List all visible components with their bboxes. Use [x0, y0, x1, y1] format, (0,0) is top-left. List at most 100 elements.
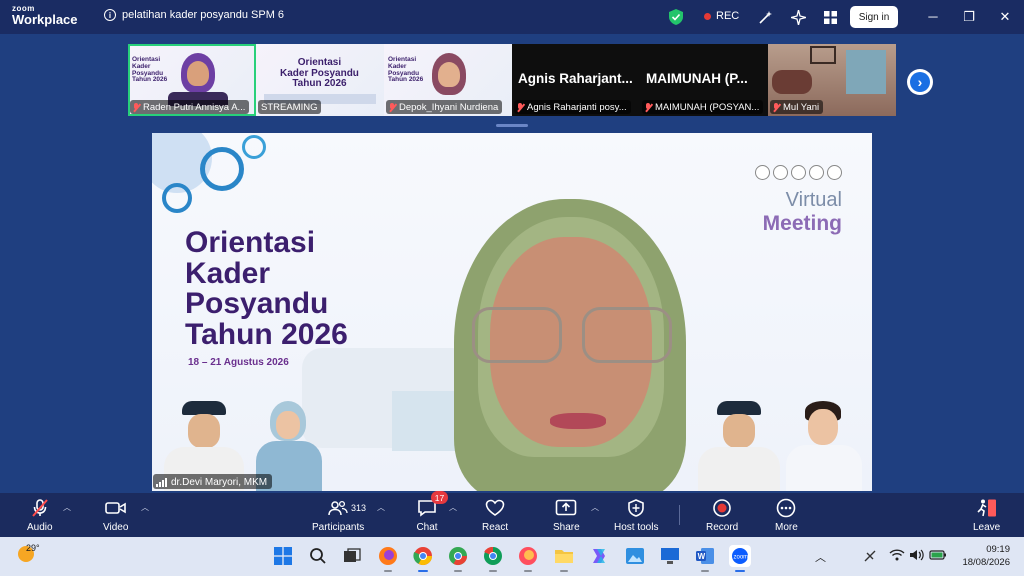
- title-bar: zoom Workplace i pelatihan kader posyand…: [0, 0, 1024, 34]
- zoom-logo: zoom Workplace: [12, 5, 78, 27]
- tile-name: Depok_Ihyani Nurdiena: [386, 100, 503, 114]
- participants-options-chevron-icon[interactable]: ︿: [377, 502, 385, 513]
- participant-tile[interactable]: Orientasi Kader Posyandu Tahun 2026 Depok_I…: [384, 44, 512, 116]
- speaker-name-label: dr.Devi Maryori, MKM: [153, 474, 273, 489]
- grid-view-icon[interactable]: [822, 9, 838, 25]
- people-icon: [327, 498, 349, 518]
- chat-unread-badge: 17: [431, 491, 448, 504]
- show-hidden-icons-chevron-icon[interactable]: ︿: [815, 549, 826, 565]
- share-screen-icon: [555, 498, 577, 518]
- leave-button[interactable]: Leave: [973, 498, 1000, 533]
- chrome-profile-icon[interactable]: [447, 545, 469, 572]
- firefox-icon[interactable]: [377, 545, 399, 572]
- virtual-meeting-label: Virtual Meeting: [762, 189, 842, 235]
- speaker-video[interactable]: Orientasi Kader Posyandu Tahun 2026 18 –…: [152, 133, 872, 491]
- tile-name: Agnis Raharjanti posy...: [514, 100, 631, 114]
- camera-icon: [104, 498, 127, 518]
- audio-options-chevron-icon[interactable]: ︿: [63, 502, 71, 513]
- participants-count: 313: [351, 503, 367, 513]
- rec-label: REC: [716, 10, 740, 22]
- host-tools-button[interactable]: Host tools: [614, 498, 658, 533]
- mic-muted-icon: [389, 103, 396, 112]
- audio-button[interactable]: Audio: [27, 498, 53, 533]
- tile-big-name: MAIMUNAH (P...: [646, 71, 748, 86]
- magic-wand-icon[interactable]: [758, 9, 774, 25]
- shield-icon: [625, 498, 647, 518]
- figure-person: [182, 401, 226, 415]
- zoom-app-icon[interactable]: zoom: [729, 545, 751, 572]
- chrome-icon[interactable]: [412, 545, 434, 572]
- record-icon: [711, 498, 733, 518]
- meeting-stage: Orientasi Kader Posyandu Tahun 2026 Raden P…: [0, 34, 1024, 493]
- participant-tile[interactable]: Orientasi Kader Posyandu Tahun 2026 Raden P…: [128, 44, 256, 116]
- close-icon[interactable]: ✕: [997, 9, 1013, 25]
- mic-muted-icon: [773, 103, 780, 112]
- partner-logos: [755, 165, 842, 180]
- weather-temperature: 29°: [26, 543, 40, 553]
- mic-muted-icon: [29, 498, 51, 518]
- minimize-icon[interactable]: ─: [925, 9, 941, 24]
- record-button[interactable]: Record: [706, 498, 738, 533]
- clock-date: 18/08/2026: [962, 557, 1010, 569]
- mini-slide-title: Orientasi Kader Posyandu Tahun 2026: [132, 56, 168, 84]
- participant-tile[interactable]: Mul Yani: [768, 44, 896, 116]
- chrome-profile-icon[interactable]: [482, 545, 504, 572]
- speaker-volume-icon[interactable]: [909, 549, 925, 564]
- search-icon[interactable]: [307, 545, 329, 567]
- chat-options-chevron-icon[interactable]: ︿: [449, 502, 457, 513]
- file-explorer-icon[interactable]: [553, 545, 575, 572]
- heart-icon: [484, 498, 506, 518]
- share-options-chevron-icon[interactable]: ︿: [591, 502, 599, 513]
- react-button[interactable]: React: [482, 498, 508, 533]
- slide-title: Orientasi Kader Posyandu Tahun 2026: [185, 226, 348, 351]
- restore-icon[interactable]: ❐: [961, 9, 977, 25]
- more-button[interactable]: More: [775, 498, 798, 533]
- share-button[interactable]: Share: [553, 498, 580, 533]
- system-clock[interactable]: 09:19 18/08/2026: [962, 543, 1010, 570]
- logo-line2: Workplace: [12, 12, 78, 27]
- windows-start-icon[interactable]: [272, 545, 294, 567]
- toolbar-divider: [679, 505, 680, 525]
- os-taskbar: 29° W zoom ︿ 09:19 18/08/2026: [0, 537, 1024, 576]
- video-options-chevron-icon[interactable]: ︿: [141, 502, 149, 513]
- mini-slide-title: Orientasi Kader Posyandu Tahun 2026: [388, 56, 424, 84]
- mic-muted-icon: [133, 103, 140, 112]
- strip-resize-handle[interactable]: [496, 124, 528, 127]
- sparkle-icon[interactable]: [790, 9, 806, 25]
- photos-icon[interactable]: [624, 545, 646, 567]
- gallery-strip: Orientasi Kader Posyandu Tahun 2026 Raden P…: [128, 44, 896, 116]
- participant-tile[interactable]: Agnis Raharjant... Agnis Raharjanti posy…: [512, 44, 640, 116]
- leave-door-icon: [976, 498, 998, 518]
- glasses-icon: [472, 307, 562, 363]
- mini-slide-title: Orientasi Kader Posyandu Tahun 2026: [280, 57, 359, 89]
- participant-tile[interactable]: MAIMUNAH (P... MAIMUNAH (POSYAN...: [640, 44, 768, 116]
- meeting-info[interactable]: i pelatihan kader posyandu SPM 6: [104, 9, 284, 21]
- svg-text:W: W: [698, 552, 706, 561]
- tile-name: MAIMUNAH (POSYAN...: [642, 100, 764, 114]
- signal-bars-icon: [156, 477, 167, 487]
- next-page-button[interactable]: ›: [907, 69, 933, 95]
- video-button[interactable]: Video: [103, 498, 128, 533]
- svg-text:zoom: zoom: [734, 554, 749, 560]
- copilot-icon[interactable]: [588, 545, 610, 567]
- network-location-icon[interactable]: [863, 549, 877, 566]
- tile-name: Mul Yani: [770, 100, 824, 114]
- shield-check-icon[interactable]: [668, 9, 684, 25]
- recording-indicator[interactable]: REC: [704, 10, 739, 22]
- wifi-icon[interactable]: [889, 549, 905, 564]
- figure-person: [717, 401, 761, 415]
- task-view-icon[interactable]: [341, 545, 363, 567]
- battery-charging-icon[interactable]: [929, 549, 947, 564]
- info-icon[interactable]: i: [104, 9, 116, 21]
- tile-name: Raden Putri Annisya A...: [130, 100, 250, 114]
- monitor-app-icon[interactable]: [659, 545, 681, 567]
- clock-time: 09:19: [986, 544, 1010, 555]
- more-dots-icon: [775, 498, 797, 518]
- participant-tile[interactable]: Orientasi Kader Posyandu Tahun 2026 STREAM…: [256, 44, 384, 116]
- word-icon[interactable]: W: [694, 545, 716, 572]
- firefox-icon[interactable]: [517, 545, 539, 572]
- rec-dot-icon: [704, 12, 711, 20]
- meeting-toolbar: Audio ︿ Video ︿ Participants 313 ︿ Chat …: [0, 491, 1024, 537]
- mic-muted-icon: [517, 103, 524, 112]
- sign-in-button[interactable]: Sign in: [850, 6, 898, 28]
